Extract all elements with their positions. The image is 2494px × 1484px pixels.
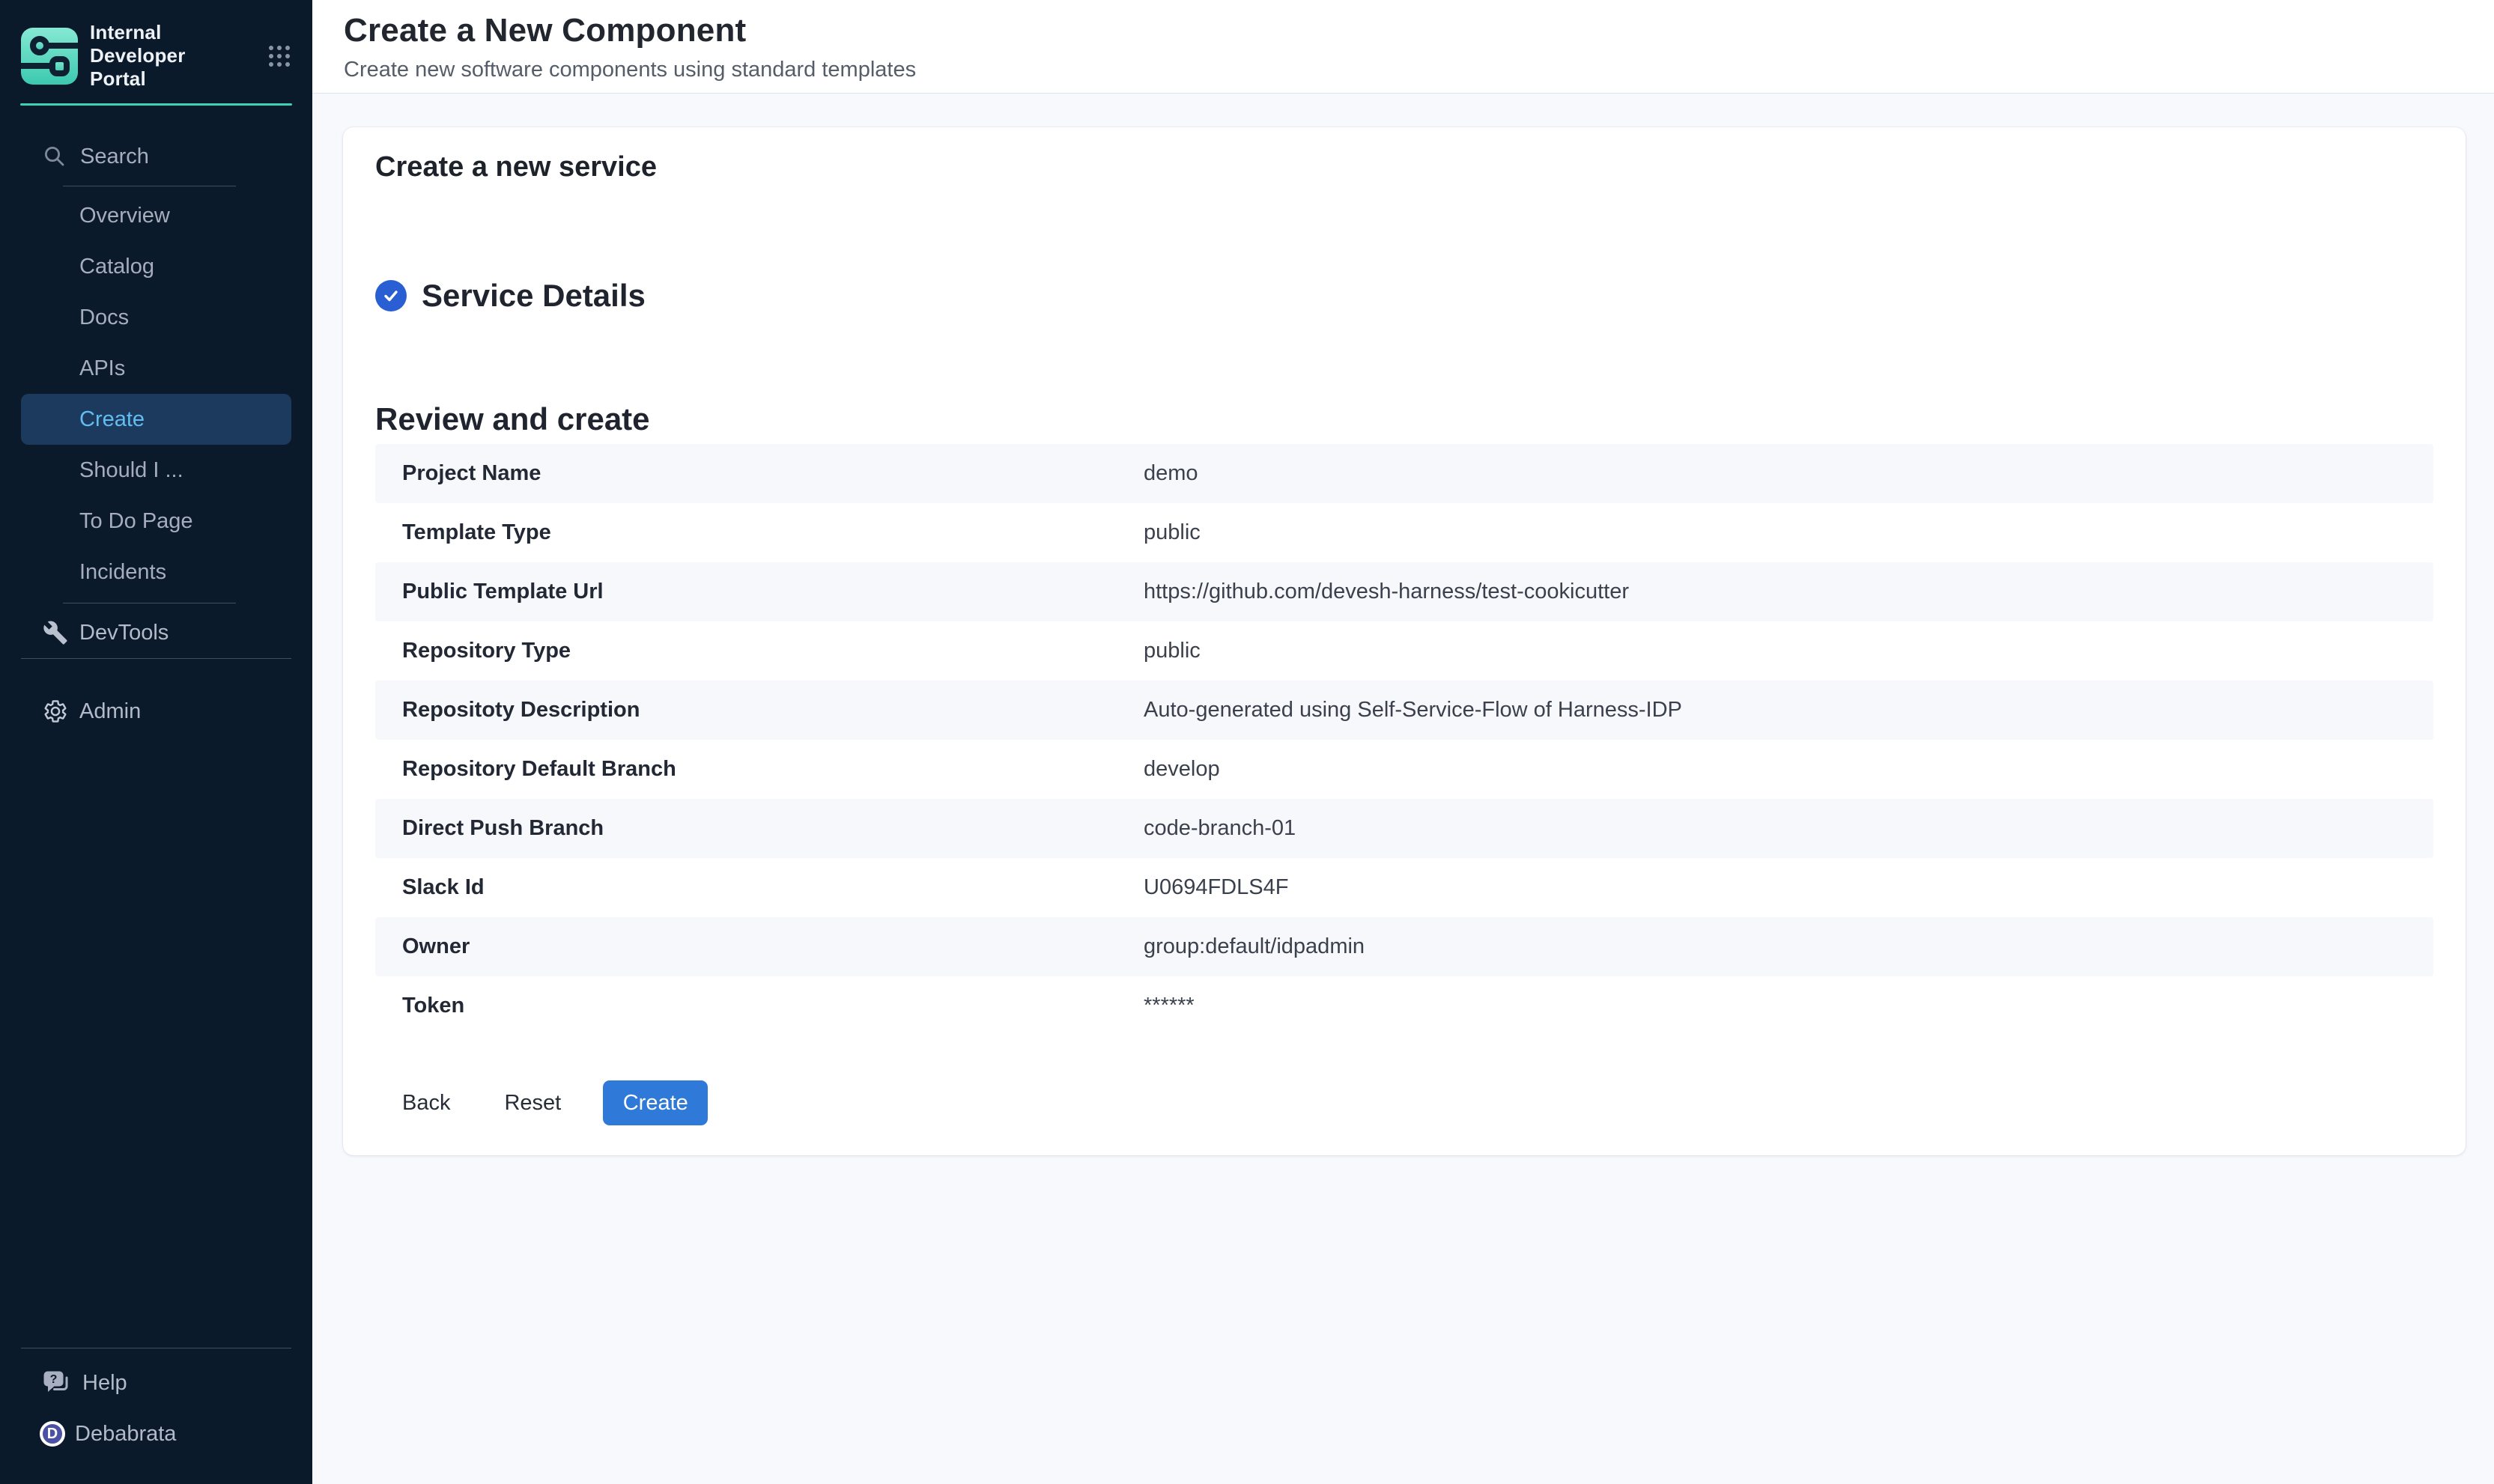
sidebar-nav: Overview Catalog Docs APIs Create Should… bbox=[0, 190, 312, 597]
user-menu[interactable]: D Debabrata bbox=[0, 1408, 312, 1459]
step-completed-check-icon bbox=[375, 280, 407, 311]
sidebar-item-devtools[interactable]: DevTools bbox=[0, 607, 312, 658]
page-subtitle: Create new software components using sta… bbox=[344, 58, 2494, 82]
apps-grid-icon[interactable] bbox=[266, 43, 293, 70]
sidebar-item-should-i[interactable]: Should I ... bbox=[21, 445, 291, 496]
step-label: Service Details bbox=[422, 278, 646, 314]
actions-row: Back Reset Create bbox=[390, 1080, 2433, 1125]
row-value: https://github.com/devesh-harness/test-c… bbox=[1144, 580, 2433, 604]
table-row: Token ****** bbox=[375, 976, 2433, 1036]
row-label: Repository Default Branch bbox=[402, 757, 1144, 782]
sidebar-divider bbox=[21, 658, 291, 659]
sidebar-item-label: To Do Page bbox=[79, 509, 193, 534]
table-row: Slack Id U0694FDLS4F bbox=[375, 858, 2433, 917]
sidebar-spacer bbox=[0, 737, 312, 1348]
table-row: Project Name demo bbox=[375, 444, 2433, 503]
row-value: code-branch-01 bbox=[1144, 816, 2433, 841]
content-area: Create a new service Service Details Rev… bbox=[312, 94, 2494, 1484]
row-label: Owner bbox=[402, 934, 1144, 959]
row-label: Repository Type bbox=[402, 639, 1144, 663]
row-value: ****** bbox=[1144, 994, 2433, 1018]
row-label: Project Name bbox=[402, 461, 1144, 486]
sidebar-item-incidents[interactable]: Incidents bbox=[21, 547, 291, 597]
table-row: Direct Push Branch code-branch-01 bbox=[375, 799, 2433, 858]
table-row: Repositoty Description Auto-generated us… bbox=[375, 681, 2433, 740]
row-value: develop bbox=[1144, 757, 2433, 782]
row-value: public bbox=[1144, 639, 2433, 663]
sidebar-search[interactable]: Search bbox=[0, 142, 312, 171]
sidebar-item-label: Overview bbox=[79, 204, 170, 228]
brand-accent-line bbox=[20, 103, 292, 106]
devtools-label: DevTools bbox=[79, 621, 169, 645]
user-name: Debabrata bbox=[75, 1422, 176, 1447]
create-service-card: Create a new service Service Details Rev… bbox=[343, 127, 2466, 1155]
search-label: Search bbox=[80, 145, 149, 169]
table-row: Repository Default Branch develop bbox=[375, 740, 2433, 799]
reset-button[interactable]: Reset bbox=[492, 1083, 573, 1123]
avatar: D bbox=[40, 1421, 65, 1447]
sidebar-item-apis[interactable]: APIs bbox=[21, 343, 291, 394]
sidebar-item-admin[interactable]: Admin bbox=[0, 686, 312, 737]
gear-icon bbox=[43, 699, 68, 724]
back-button[interactable]: Back bbox=[390, 1083, 462, 1123]
row-label: Repositoty Description bbox=[402, 698, 1144, 723]
row-label: Token bbox=[402, 994, 1144, 1018]
card-title: Create a new service bbox=[375, 150, 2433, 184]
sidebar-item-create[interactable]: Create bbox=[21, 394, 291, 445]
wrench-icon bbox=[43, 620, 68, 645]
sidebar-item-label: Create bbox=[79, 407, 145, 432]
sidebar-item-catalog[interactable]: Catalog bbox=[21, 241, 291, 292]
svg-text:?: ? bbox=[50, 1373, 58, 1386]
main-area: Create a New Component Create new softwa… bbox=[312, 0, 2494, 1484]
table-row: Public Template Url https://github.com/d… bbox=[375, 562, 2433, 621]
sidebar: Internal Developer Portal Search Overvie… bbox=[0, 0, 312, 1484]
page-header: Create a New Component Create new softwa… bbox=[312, 0, 2494, 94]
sidebar-item-label: Should I ... bbox=[79, 458, 183, 483]
app-title: Internal Developer Portal bbox=[90, 21, 217, 91]
row-value: Auto-generated using Self-Service-Flow o… bbox=[1144, 698, 2433, 723]
search-icon bbox=[43, 145, 67, 168]
review-title: Review and create bbox=[375, 401, 2433, 437]
row-label: Public Template Url bbox=[402, 580, 1144, 604]
row-value: demo bbox=[1144, 461, 2433, 486]
row-value: group:default/idpadmin bbox=[1144, 934, 2433, 959]
sidebar-item-overview[interactable]: Overview bbox=[21, 190, 291, 241]
sidebar-item-label: Incidents bbox=[79, 560, 166, 585]
app-logo-icon bbox=[21, 28, 78, 85]
sidebar-item-docs[interactable]: Docs bbox=[21, 292, 291, 343]
step-service-details[interactable]: Service Details bbox=[375, 278, 2433, 314]
sidebar-item-label: APIs bbox=[79, 356, 125, 381]
row-label: Direct Push Branch bbox=[402, 816, 1144, 841]
create-button[interactable]: Create bbox=[603, 1080, 708, 1125]
table-row: Template Type public bbox=[375, 503, 2433, 562]
help-label: Help bbox=[82, 1371, 127, 1396]
admin-label: Admin bbox=[79, 699, 141, 724]
row-value: public bbox=[1144, 520, 2433, 545]
row-label: Slack Id bbox=[402, 875, 1144, 900]
page-title: Create a New Component bbox=[344, 10, 2494, 51]
logo-row[interactable]: Internal Developer Portal bbox=[0, 0, 312, 91]
row-value: U0694FDLS4F bbox=[1144, 875, 2433, 900]
sidebar-item-help[interactable]: ? Help bbox=[0, 1357, 312, 1408]
table-row: Repository Type public bbox=[375, 621, 2433, 681]
row-label: Template Type bbox=[402, 520, 1144, 545]
help-icon: ? bbox=[43, 1370, 71, 1396]
sidebar-item-to-do-page[interactable]: To Do Page bbox=[21, 496, 291, 547]
sidebar-item-label: Catalog bbox=[79, 255, 154, 279]
table-row: Owner group:default/idpadmin bbox=[375, 917, 2433, 976]
sidebar-item-label: Docs bbox=[79, 305, 129, 330]
review-table: Project Name demo Template Type public P… bbox=[375, 444, 2433, 1036]
